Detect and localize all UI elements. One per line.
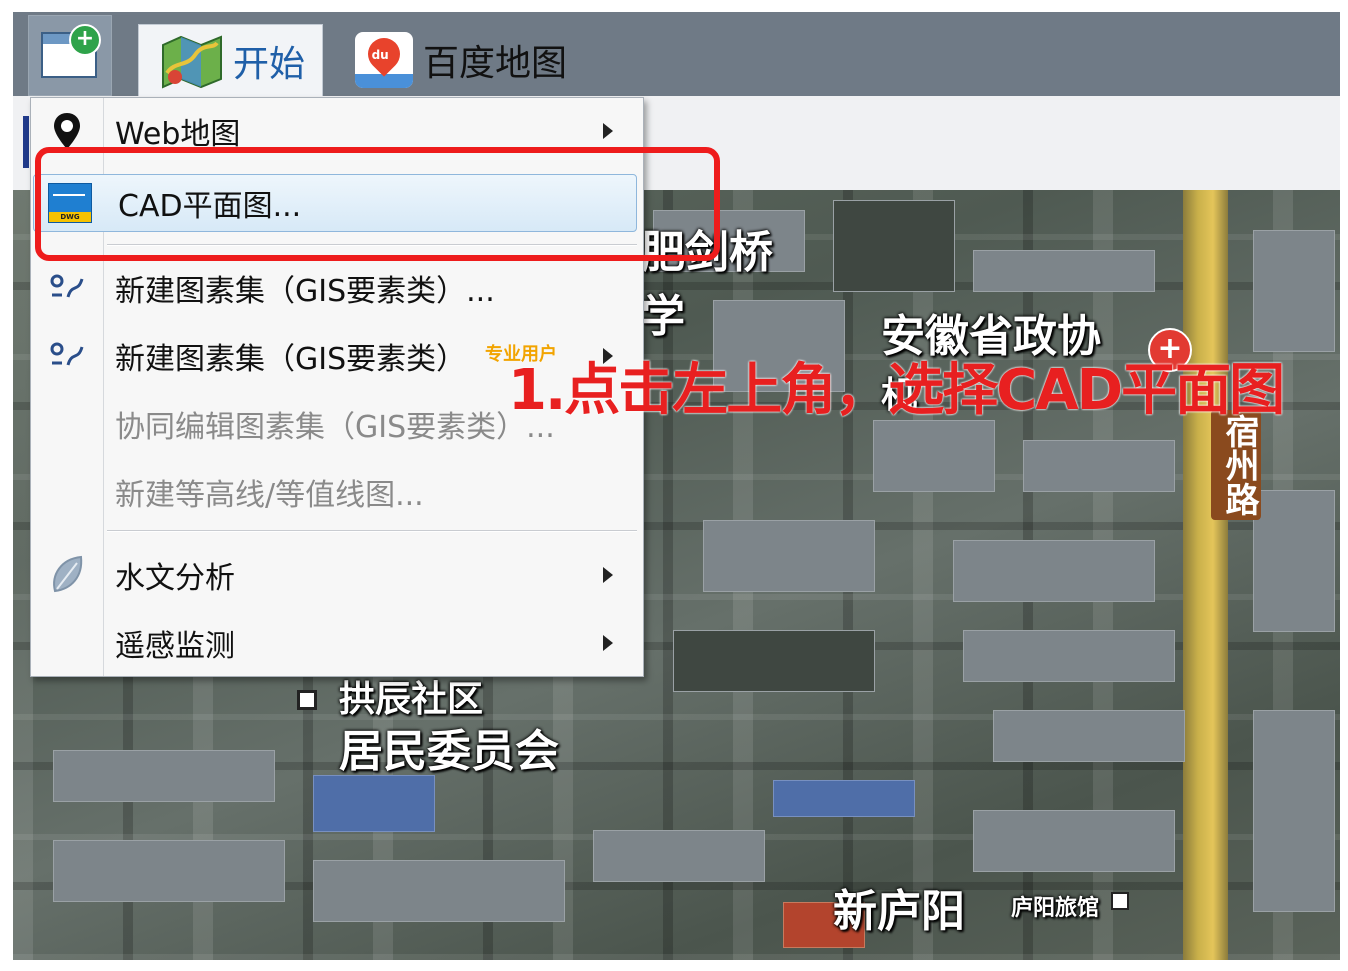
leaf-icon xyxy=(45,553,89,597)
top-tab-bar: + 开始 du 百度地图 xyxy=(13,12,1340,96)
menu-item-new-feature-set[interactable]: 新建图素集（GIS要素类）... xyxy=(31,258,643,318)
building xyxy=(963,630,1175,682)
tab-baidu-map[interactable]: du 百度地图 xyxy=(353,24,603,96)
menu-item-label: 新建等高线/等值线图... xyxy=(115,478,424,513)
feature-set-icon xyxy=(45,266,89,310)
building xyxy=(953,540,1155,602)
building xyxy=(973,810,1175,872)
menu-item-label: 新建图素集（GIS要素类） xyxy=(115,342,467,377)
baidu-map-icon: du xyxy=(355,31,413,88)
menu-item-label: 遥感监测 xyxy=(115,629,235,664)
building xyxy=(1253,710,1335,912)
submenu-arrow-icon xyxy=(603,635,613,651)
ribbon-button-edge[interactable] xyxy=(23,116,29,168)
building xyxy=(993,710,1185,762)
new-document-button[interactable]: + xyxy=(28,15,112,96)
menu-item-new-contour: 新建等高线/等值线图... xyxy=(31,462,643,522)
building xyxy=(313,775,435,832)
building xyxy=(1253,230,1335,352)
map-label-hotel: 庐阳旅馆 xyxy=(1011,896,1100,921)
menu-item-hydro-analysis[interactable]: 水文分析 xyxy=(31,544,643,606)
poi-square-icon xyxy=(297,690,317,710)
menu-item-label: 协同编辑图素集（GIS要素类）... xyxy=(115,410,555,445)
building xyxy=(833,200,955,292)
map-label-school: 学 xyxy=(641,291,685,342)
map-label-road: 宿州路 xyxy=(1211,410,1261,520)
menu-item-remote-sensing[interactable]: 遥感监测 xyxy=(31,612,643,674)
building xyxy=(313,860,565,922)
menu-item-label: 新建图素集（GIS要素类）... xyxy=(115,274,495,309)
highlight-box xyxy=(35,147,720,261)
building xyxy=(53,840,285,902)
app-window: + 开始 du 百度地图 肥剑桥 学 安徽省政协 机 + 宿州路 拱辰社区 居民… xyxy=(13,12,1340,960)
menu-item-label: 水文分析 xyxy=(115,561,235,596)
building xyxy=(773,780,915,817)
map-icon xyxy=(161,33,223,89)
tab-start[interactable]: 开始 xyxy=(138,24,323,96)
building xyxy=(973,250,1155,292)
hotel-icon xyxy=(1111,892,1129,910)
submenu-arrow-icon xyxy=(603,123,613,139)
instruction-annotation: 1.点击左上角，选择CAD平面图 xyxy=(508,358,1285,423)
building xyxy=(673,630,875,692)
menu-separator xyxy=(107,530,637,532)
submenu-arrow-icon xyxy=(603,567,613,583)
tab-baidu-label: 百度地图 xyxy=(423,43,568,84)
building xyxy=(1023,440,1175,492)
building xyxy=(703,520,875,592)
map-label-xinluyang: 新庐阳 xyxy=(833,886,965,937)
add-icon: + xyxy=(69,24,101,56)
building xyxy=(1253,490,1335,632)
map-label-residents: 居民委员会 xyxy=(339,726,559,777)
tab-start-label: 开始 xyxy=(233,43,306,85)
building xyxy=(593,830,765,882)
building xyxy=(53,750,275,802)
feature-set-icon xyxy=(45,334,89,378)
building xyxy=(873,420,995,492)
